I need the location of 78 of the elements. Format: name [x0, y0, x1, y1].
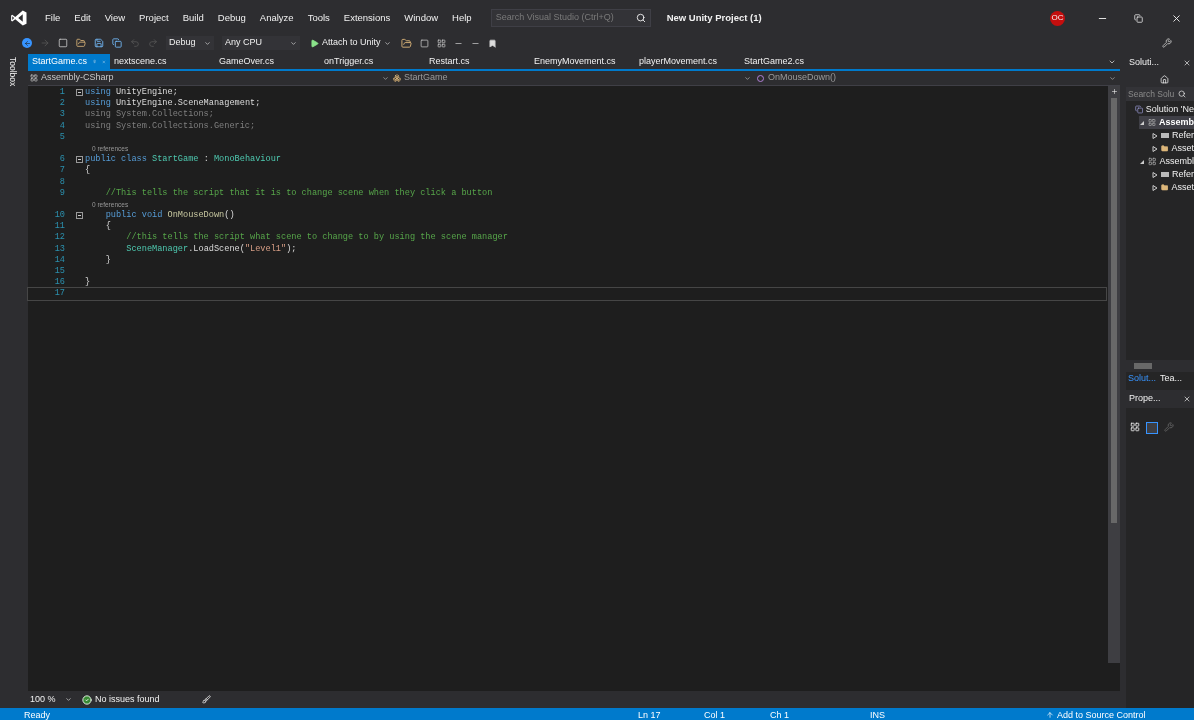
code-line: using UnityEngine.SceneManagement;	[85, 98, 261, 109]
line-number: 4	[58, 120, 65, 132]
class-dropdown[interactable]: StartGame	[393, 71, 755, 85]
line-number: 10	[53, 210, 65, 222]
account-avatar[interactable]: OC	[1050, 10, 1065, 26]
code-line: using System.Collections;	[85, 109, 214, 121]
zoom-dropdown[interactable]: 100 %	[30, 692, 72, 707]
project-dropdown[interactable]: Assembly-CSharp	[28, 71, 393, 85]
file-tab[interactable]: nextscene.cs	[110, 54, 215, 69]
tree-item[interactable]: Asset	[1152, 142, 1194, 155]
tree-item[interactable]: Refer	[1152, 168, 1194, 181]
code-line: using System.Collections.Generic;	[85, 120, 256, 132]
line-number: 3	[58, 109, 65, 121]
code-line: using UnityEngine;	[85, 87, 178, 98]
file-tab[interactable]: EnemyMovement.cs	[530, 54, 635, 69]
line-number: 7	[58, 165, 65, 177]
attach-button[interactable]: Attach to Unity	[308, 36, 393, 50]
line-number: 14	[53, 254, 65, 267]
file-tab[interactable]: StartGame2.cs	[740, 54, 845, 69]
menu-item[interactable]: Analyze	[252, 10, 301, 26]
tree-item[interactable]: Assemb	[1139, 116, 1194, 129]
code-line: //this tells the script what scene to change to by using the scene manager	[125, 232, 508, 244]
issues-indicator[interactable]: No issues found	[82, 692, 192, 707]
tree-item[interactable]: Refer	[1152, 129, 1194, 142]
file-tab[interactable]: playerMovement.cs	[635, 54, 740, 69]
code-line: public void OnMouseDown()	[104, 210, 235, 221]
source-control-button[interactable]: Add to Source Control	[1046, 708, 1146, 720]
file-tab[interactable]: onTrigger.cs	[320, 54, 425, 69]
code-line: {	[104, 221, 111, 233]
panel-tab[interactable]: Tea...	[1160, 372, 1183, 386]
line-number: 15	[53, 266, 65, 278]
menu-item[interactable]: File	[38, 10, 68, 26]
char-indicator: Ch 1	[770, 709, 790, 720]
menu-item[interactable]: View	[97, 10, 133, 26]
file-tab[interactable]: Restart.cs	[425, 54, 530, 69]
menu-item[interactable]: Debug	[210, 10, 253, 26]
code-line: }	[104, 254, 111, 267]
line-number: 1	[58, 87, 65, 99]
tree-item[interactable]: Assembl	[1139, 155, 1194, 168]
tree-item[interactable]: Solution 'Ne	[1126, 103, 1194, 116]
column-indicator: Col 1	[704, 709, 726, 720]
mode-indicator: INS	[870, 709, 886, 720]
search-field[interactable]: Search Visual Studio (Ctrl+Q)	[490, 9, 651, 27]
tree-item[interactable]: Asset	[1152, 181, 1194, 194]
configuration-dropdown[interactable]: Debug	[166, 36, 214, 50]
line-number: 17	[53, 288, 65, 300]
line-number: 12	[53, 232, 65, 244]
menu-item[interactable]: Extensions	[336, 10, 398, 26]
file-tab[interactable]: GameOver.cs	[215, 54, 320, 69]
panel-title: Prope...	[1129, 392, 1161, 406]
panel-tab[interactable]: Solut...	[1128, 372, 1156, 386]
toolbox-tab[interactable]: Toolbox	[9, 57, 19, 89]
menu-item[interactable]: Project	[132, 10, 176, 26]
code-line: SceneManager.LoadScene("Level1");	[125, 243, 297, 255]
status-message: Ready	[23, 709, 51, 720]
member-dropdown[interactable]: OnMouseDown()	[755, 71, 1120, 85]
menu-item[interactable]: Edit	[67, 10, 98, 26]
line-number: 9	[58, 187, 65, 199]
code-line: public class StartGame : MonoBehaviour	[85, 154, 281, 165]
line-number: 13	[53, 243, 65, 255]
line-indicator: Ln 17	[638, 709, 662, 720]
window-title: New Unity Project (1)	[666, 10, 762, 25]
platform-dropdown[interactable]: Any CPU	[222, 36, 300, 50]
search-field[interactable]: Search Solu	[1126, 87, 1194, 101]
code-line: {	[85, 165, 91, 177]
menu-item[interactable]: Window	[397, 10, 446, 26]
menu-item[interactable]: Tools	[300, 10, 337, 26]
code-line: //This tells the script that it is to change scene when they click a button	[104, 187, 493, 199]
menu-item[interactable]: Help	[445, 10, 479, 26]
panel-title: Soluti...	[1129, 56, 1159, 70]
line-number: 6	[58, 154, 65, 166]
line-number: 8	[58, 176, 65, 188]
menu-item[interactable]: Build	[175, 10, 211, 26]
line-number: 11	[53, 221, 65, 233]
line-number: 5	[58, 131, 65, 143]
line-number: 2	[58, 98, 65, 110]
code-line: }	[85, 277, 91, 289]
line-number: 16	[53, 277, 65, 289]
